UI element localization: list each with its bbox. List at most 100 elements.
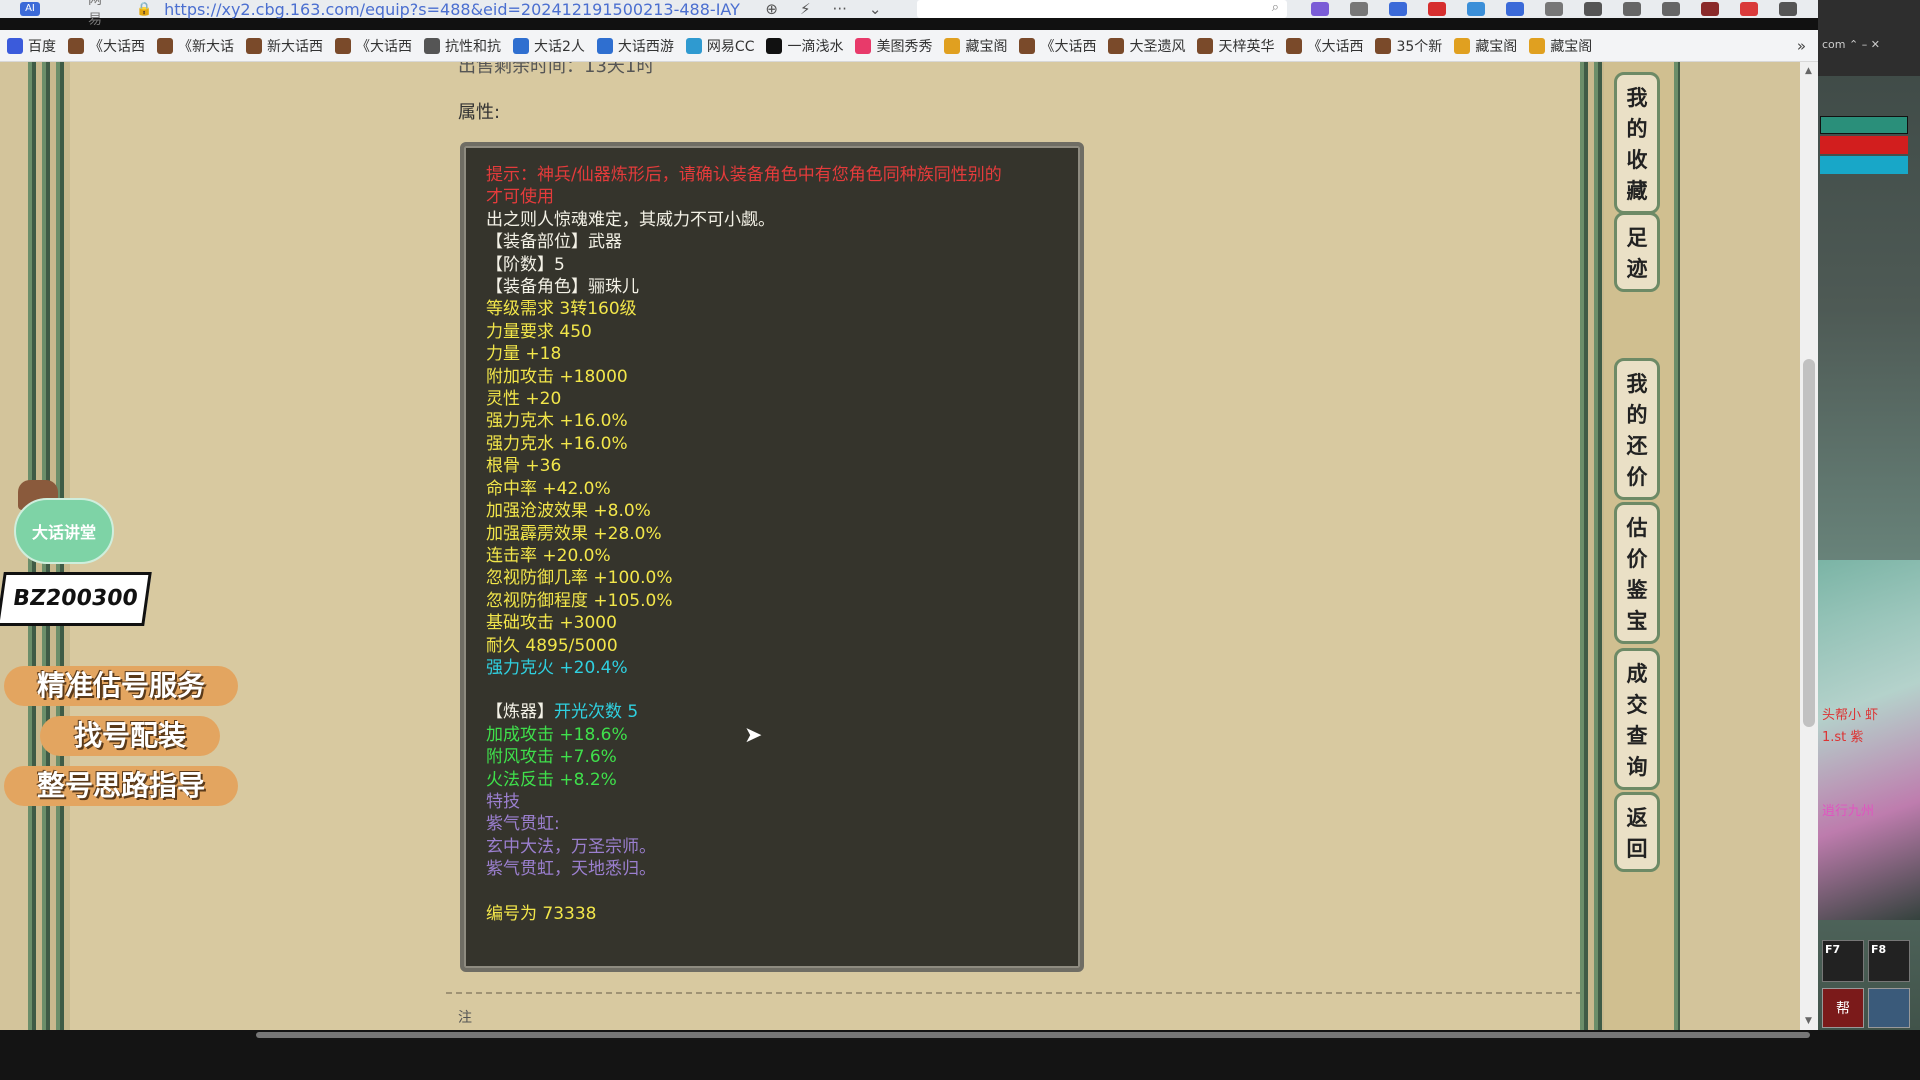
search-input[interactable]: ⌕ <box>917 0 1287 18</box>
bookmark-item[interactable]: 《新大话 <box>157 36 234 56</box>
bookmark-item[interactable]: 天梓英华 <box>1197 36 1274 56</box>
screen-key[interactable] <box>1868 988 1910 1028</box>
bookmark-item[interactable]: 《大话西 <box>335 36 412 56</box>
f7-key[interactable]: F7 <box>1822 940 1864 982</box>
bookmark-label: 《大话西 <box>89 38 145 55</box>
right-nav-button[interactable]: 足迹 <box>1614 212 1660 292</box>
bookmark-item[interactable]: 大话2人 <box>513 36 585 56</box>
bookmark-icon <box>513 37 529 54</box>
toolbar-icons <box>1310 2 1818 16</box>
bookmark-item[interactable]: 藏宝阁 <box>1454 36 1517 56</box>
bookmark-item[interactable]: 百度 <box>7 36 56 56</box>
bookmark-icon <box>766 37 783 54</box>
serial-number: 编号为 73338 <box>486 903 597 924</box>
skill-lines: 特技 紫气贯虹: 玄中大法，万圣宗师。 紫气贯虹，天地悉归。 <box>486 791 1058 881</box>
page-content: 出售剩余时间：13天1时 属性: 提示：神兵/仙器炼形后，请确认装备角色中有您角… <box>0 62 1810 1030</box>
bookmark-icon <box>335 37 351 54</box>
site-label[interactable]: 网易 <box>88 0 116 29</box>
download-icon[interactable] <box>1622 2 1641 16</box>
browser-logo-icon[interactable]: AI <box>20 2 40 16</box>
equipment-detail-area: 出售剩余时间：13天1时 属性: 提示：神兵/仙器炼形后，请确认装备角色中有您角… <box>70 62 1602 1030</box>
bookmark-icon <box>944 37 961 54</box>
wallet-icon[interactable] <box>1700 2 1719 16</box>
bookmark-label: 《新大话 <box>178 38 234 55</box>
attribute-line: 灵性 +20 <box>486 389 562 410</box>
right-nav-button[interactable]: 估价鉴宝 <box>1614 502 1660 644</box>
sync-icon[interactable] <box>1505 2 1524 16</box>
bookmark-item[interactable]: 藏宝阁 <box>1529 36 1592 56</box>
ad-service-3[interactable]: 整号思路指导 <box>4 766 238 806</box>
right-nav-button[interactable]: 我的还价 <box>1614 358 1660 500</box>
attribute-line: 特技 <box>486 791 520 812</box>
bookmark-item[interactable]: 美图秀秀 <box>855 36 932 56</box>
scissors-icon[interactable] <box>1349 2 1368 16</box>
puzzle-icon[interactable] <box>1583 2 1602 16</box>
bookmark-label: 《大话西 <box>1040 38 1097 55</box>
attribute-line: 忽视防御几率 +100.0% <box>486 568 673 589</box>
vertical-scrollbar[interactable]: ▲ ▼ <box>1800 62 1818 1030</box>
bookmark-icon <box>1286 37 1303 54</box>
bookmark-icon <box>1019 37 1036 54</box>
address-bar: AI 网易 🔒 https://xy2.cbg.163.com/equip?s=… <box>0 0 1818 28</box>
chrome-icon[interactable] <box>1739 2 1758 16</box>
bookmark-icon <box>596 37 613 54</box>
ad-service-2[interactable]: 找号配装 <box>40 716 220 756</box>
url-input[interactable]: https://xy2.cbg.163.com/equip?s=488&eid=… <box>164 0 743 19</box>
bookmark-item[interactable]: 藏宝阁 <box>944 36 1007 56</box>
bookmark-item[interactable]: 抗性和抗 <box>424 36 501 56</box>
ad-service-1[interactable]: 精准估号服务 <box>4 666 238 706</box>
bookmark-item[interactable]: 网易CC <box>685 36 754 56</box>
zoom-icon[interactable]: ⊕ <box>765 0 778 18</box>
f8-key[interactable]: F8 <box>1868 940 1910 982</box>
attribute-line: 【装备角色】骊珠儿 <box>486 277 639 298</box>
bookmark-icon <box>855 37 872 54</box>
bookmark-item[interactable]: 35个新 <box>1375 36 1442 56</box>
bookmark-label: 藏宝阁 <box>965 38 1008 55</box>
undo-icon[interactable] <box>1661 2 1680 16</box>
menu-icon[interactable] <box>1778 2 1797 16</box>
bookmark-item[interactable]: 大话西游 <box>596 36 674 56</box>
horizontal-scrollbar[interactable] <box>256 1032 1810 1038</box>
ad-bubble[interactable]: 大话讲堂 <box>14 498 114 564</box>
scroll-thumb[interactable] <box>1803 359 1815 727</box>
game-window: com ⌃ – ✕ 头帮小 虾 1.st 紫 逍行九州 F7 F8 帮 <box>1818 0 1920 1030</box>
right-nav-button[interactable]: 返回 <box>1614 792 1660 872</box>
bookmark-label: 美图秀秀 <box>876 38 933 55</box>
attribute-line: 提示：神兵/仙器炼形后，请确认装备角色中有您角色同种族同性别的 <box>486 165 1002 185</box>
scroll-down-icon[interactable]: ▼ <box>1805 1016 1812 1026</box>
right-nav: 我的收藏足迹我的还价估价鉴宝成交查询返回 <box>1604 62 1674 1030</box>
scroll-up-icon[interactable]: ▲ <box>1805 66 1812 76</box>
more-bookmarks-icon[interactable]: » <box>1797 37 1806 55</box>
more-icon[interactable]: ··· <box>833 0 847 18</box>
attribute-line: 火法反击 +8.2% <box>486 769 617 790</box>
window-controls-icon[interactable]: ⌃ – ✕ <box>1849 38 1880 51</box>
lightning-icon[interactable]: ⚡ <box>800 0 811 18</box>
bookmark-item[interactable]: 大圣遗风 <box>1108 36 1185 56</box>
game-hp-bar <box>1820 136 1908 154</box>
lock-icon: 🔒 <box>135 1 153 17</box>
bookmark-label: 新大话西 <box>267 38 323 55</box>
bookmark-item[interactable]: 一滴浅水 <box>766 36 843 56</box>
right-nav-button[interactable]: 我的收藏 <box>1614 72 1660 214</box>
attribute-line: 基础攻击 +3000 <box>486 613 617 634</box>
right-nav-button[interactable]: 成交查询 <box>1614 648 1660 790</box>
bookmark-icon <box>157 37 173 54</box>
attribute-line: 连击率 +20.0% <box>486 545 611 566</box>
bookmark-item[interactable]: 《大话西 <box>68 36 145 56</box>
bookmark-item[interactable]: 《大话西 <box>1019 36 1096 56</box>
weibo-icon[interactable] <box>1427 2 1446 16</box>
equipment-panel: 提示：神兵/仙器炼形后，请确认装备角色中有您角色同种族同性别的 才可使用 出之则人惊… <box>460 142 1084 972</box>
extension-icon[interactable] <box>1310 2 1329 16</box>
bookmark-item[interactable]: 新大话西 <box>246 36 323 56</box>
window-icon[interactable] <box>1544 2 1563 16</box>
gang-key[interactable]: 帮 <box>1822 988 1864 1028</box>
attribute-line: 等级需求 3转160级 <box>486 299 637 320</box>
chevron-down-icon[interactable]: ⌄ <box>869 0 882 18</box>
bookmark-item[interactable]: 《大话西 <box>1286 36 1363 56</box>
bookmark-icon <box>1375 37 1392 54</box>
floating-ad[interactable]: 大话讲堂 BZ200300 精准估号服务 找号配装 整号思路指导 <box>0 480 250 820</box>
mail-icon[interactable] <box>1466 2 1485 16</box>
attribute-line: 紫气贯虹: <box>486 814 560 835</box>
translate-icon[interactable] <box>1388 2 1407 16</box>
bookmark-label: 天梓英华 <box>1218 38 1275 55</box>
